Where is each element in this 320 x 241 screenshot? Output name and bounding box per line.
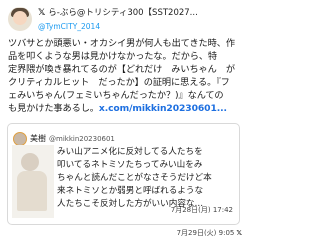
tweet-link[interactable]: x.com/mikkin20230601...: [99, 103, 227, 114]
image-figure-body: [17, 171, 47, 211]
quoted-text-line: 叩いてるネトミソたちってみい山をみ: [57, 160, 203, 170]
quoted-tweet-header: 美樹 @mikkin20230601: [13, 128, 115, 146]
tweet-text-line: ツバサとか頭悪い・オカシイ男が何人も出てきた時、作: [8, 38, 235, 49]
tweet-text-line: クリティカルヒット だったか】の証明に思える。『フ: [8, 77, 230, 88]
tweet-timestamp-row: 7月29日(火) 9:05 𝕏: [177, 228, 242, 238]
tweet-header: 𝕏 ら-ぶら@トリシティ300【SST2027... @TymCITY_2014: [8, 7, 244, 37]
quoted-tweet-card[interactable]: 美樹 @mikkin20230601 みい山アニメ化に反対してる人たちを 叩いてる…: [7, 123, 240, 225]
tweet-text-line: 品を叩くような男は見かけなかったな。だから、特: [8, 51, 218, 62]
quoted-author-name[interactable]: 美樹: [30, 134, 46, 143]
quoted-tweet-body: みい山アニメ化に反対してる人たちを 叩いてるネトミソたちってみい山をみ ちゃんと…: [57, 146, 237, 211]
tweet-body: ツバサとか頭悪い・オカシイ男が何人も出てきた時、作 品を叩くような男は見かけなか…: [8, 37, 244, 115]
avatar-face: [13, 11, 27, 25]
quoted-author-handle[interactable]: @mikkin20230601: [49, 135, 115, 143]
tweet-text-line-last: も見かけた事あるし。x.com/mikkin20230601...: [8, 102, 244, 115]
quoted-text-line: ちゃんと読んだことがなさそうだけど本: [57, 173, 212, 183]
quoted-tweet-timestamp: 7月28日(月) 17:42: [170, 206, 233, 214]
tweet-text-line: ェみいちゃん(フェミいちゃんだったか？)』なんての: [8, 90, 224, 101]
author-display-name[interactable]: ら-ぶら@トリシティ300【SST2027...: [48, 8, 198, 18]
tweet-text-line: も見かけた事あるし。: [8, 103, 99, 114]
quoted-text-line: みい山アニメ化に反対してる人たちを: [57, 147, 203, 157]
author-handle[interactable]: @TymCITY_2014: [38, 22, 100, 32]
tweet-text-line: 定界隈が喚き暴れてるのが【どれだけ みいちゃん が: [8, 64, 235, 75]
quoted-tweet-image[interactable]: [12, 145, 54, 218]
tweet-timestamp[interactable]: 7月29日(火) 9:05: [177, 229, 235, 237]
author-avatar[interactable]: [8, 7, 32, 31]
quoted-author-avatar[interactable]: [13, 131, 27, 146]
image-figure-head: [21, 153, 39, 171]
x-logo-small-icon: 𝕏: [236, 229, 242, 237]
quoted-text-line: 来ネトミソとか弱男と呼ばれるような: [57, 186, 204, 196]
author-name-row: 𝕏 ら-ぶら@トリシティ300【SST2027...: [38, 8, 198, 19]
x-logo-icon: 𝕏: [38, 8, 46, 18]
